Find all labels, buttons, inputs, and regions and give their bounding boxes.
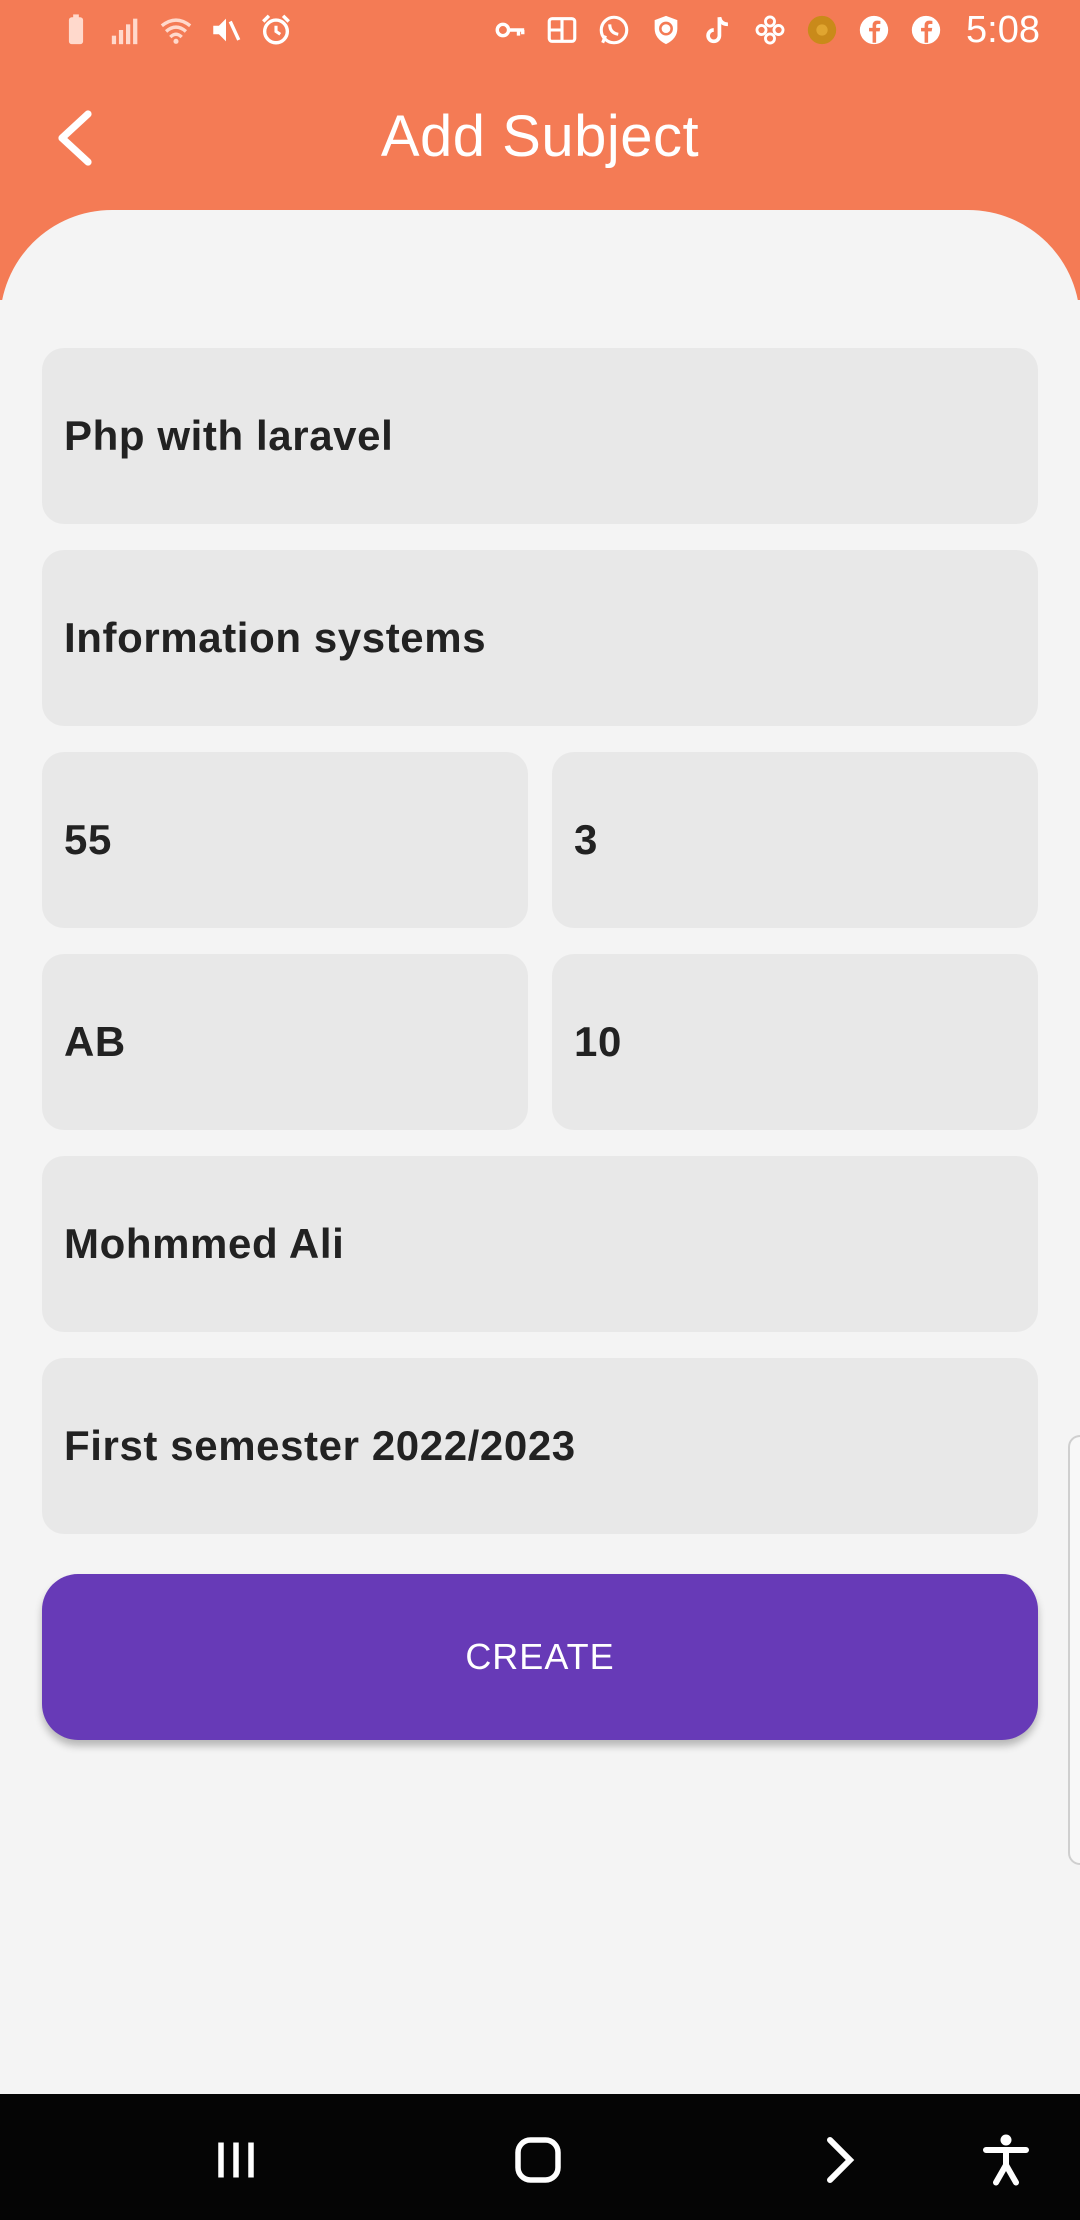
status-right-icons: 5:08 bbox=[492, 10, 1040, 50]
whatsapp-icon bbox=[596, 12, 632, 48]
signal-icon bbox=[108, 12, 144, 48]
semester-input[interactable] bbox=[64, 1422, 1038, 1470]
semester-field[interactable] bbox=[42, 1358, 1038, 1534]
department-field[interactable] bbox=[42, 550, 1038, 726]
teacher-field[interactable] bbox=[42, 1156, 1038, 1332]
department-input[interactable] bbox=[64, 614, 1038, 662]
create-button-label: CREATE bbox=[465, 1636, 615, 1677]
value-b-field[interactable] bbox=[552, 752, 1038, 928]
recent-apps-button[interactable] bbox=[194, 2118, 278, 2202]
subject-name-input[interactable] bbox=[64, 412, 1038, 460]
mute-icon bbox=[208, 12, 244, 48]
value-a-field[interactable] bbox=[42, 752, 528, 928]
tiktok-icon bbox=[700, 12, 736, 48]
back-nav-button[interactable] bbox=[798, 2118, 882, 2202]
facebook-icon bbox=[856, 12, 892, 48]
edge-panel-handle[interactable] bbox=[1068, 1435, 1080, 1865]
subject-name-field[interactable] bbox=[42, 348, 1038, 524]
value-c-input[interactable] bbox=[64, 1018, 528, 1066]
accessibility-icon bbox=[983, 2134, 1029, 2186]
system-nav-bar bbox=[0, 2094, 1080, 2220]
alarm-icon bbox=[258, 12, 294, 48]
page-title: Add Subject bbox=[380, 104, 700, 169]
app-icon bbox=[544, 12, 580, 48]
value-d-field[interactable] bbox=[552, 954, 1038, 1130]
teacher-input[interactable] bbox=[64, 1220, 1038, 1268]
facebook-icon bbox=[908, 12, 944, 48]
home-icon bbox=[515, 2137, 561, 2183]
accessibility-button[interactable] bbox=[964, 2118, 1048, 2202]
shield-icon bbox=[648, 12, 684, 48]
value-a-input[interactable] bbox=[64, 816, 528, 864]
add-subject-screen: 5:08 Add Subject CREATE bbox=[0, 0, 1080, 2220]
status-time: 5:08 bbox=[966, 9, 1040, 51]
home-button[interactable] bbox=[496, 2118, 580, 2202]
vpn-key-icon bbox=[492, 12, 528, 48]
wifi-icon bbox=[158, 12, 194, 48]
flower-app-icon bbox=[752, 12, 788, 48]
status-left-icons bbox=[58, 12, 294, 48]
circle-app-icon bbox=[804, 12, 840, 48]
recent-apps-icon bbox=[218, 2142, 254, 2178]
value-c-field[interactable] bbox=[42, 954, 528, 1130]
create-button[interactable]: CREATE bbox=[42, 1574, 1038, 1740]
back-arrow-icon bbox=[827, 2137, 855, 2183]
battery-icon bbox=[58, 12, 94, 48]
value-b-input[interactable] bbox=[574, 816, 1038, 864]
value-d-input[interactable] bbox=[574, 1018, 1038, 1066]
status-bar: 5:08 bbox=[0, 0, 1080, 66]
